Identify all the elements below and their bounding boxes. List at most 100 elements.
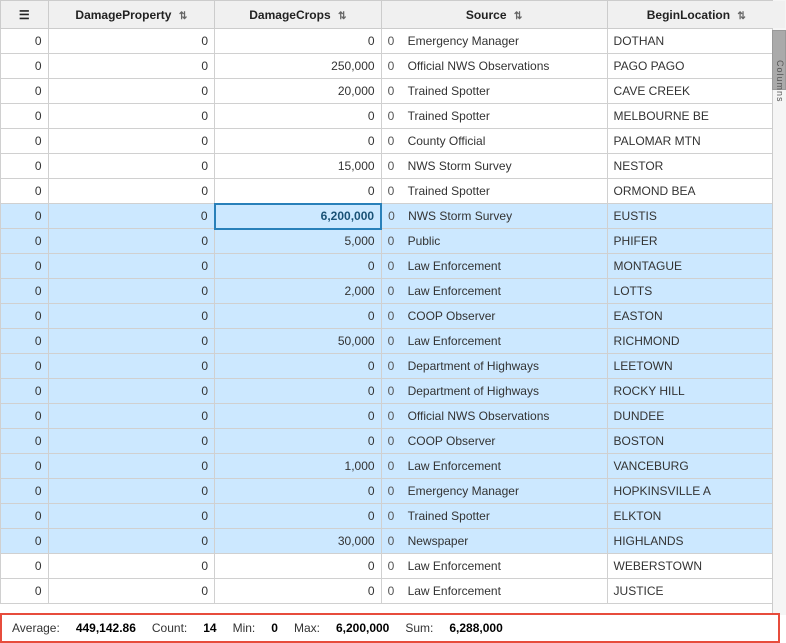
vertical-scrollbar[interactable]: Columns <box>772 0 786 615</box>
col-label-damage-property: DamageProperty <box>75 8 171 22</box>
begin-location-cell: PAGO PAGO <box>607 54 785 79</box>
table-row[interactable]: 0000Emergency ManagerDOTHAN <box>1 29 786 54</box>
damage-property-cell: 0 <box>48 479 215 504</box>
col-header-begin-location[interactable]: BeginLocation ⇅ <box>607 1 785 29</box>
source-cell: 0Trained Spotter <box>381 104 607 129</box>
damage-crops-cell: 0 <box>215 254 382 279</box>
damage-crops-cell: 6,200,000 <box>215 204 382 229</box>
begin-location-cell: HOPKINSVILLE A <box>607 479 785 504</box>
row-number-cell: 0 <box>1 554 49 579</box>
sort-icon-damage-crops: ⇅ <box>338 11 346 22</box>
damage-property-cell: 0 <box>48 54 215 79</box>
row-number-cell: 0 <box>1 179 49 204</box>
damage-crops-cell: 0 <box>215 179 382 204</box>
table-row[interactable]: 0000Law EnforcementMONTAGUE <box>1 254 786 279</box>
source-cell: 0COOP Observer <box>381 429 607 454</box>
col-header-damage-property[interactable]: DamageProperty ⇅ <box>48 1 215 29</box>
damage-crops-cell: 0 <box>215 479 382 504</box>
table-row[interactable]: 0000County OfficialPALOMAR MTN <box>1 129 786 154</box>
damage-crops-cell: 2,000 <box>215 279 382 304</box>
table-row[interactable]: 0000Emergency ManagerHOPKINSVILLE A <box>1 479 786 504</box>
begin-location-cell: WEBERSTOWN <box>607 554 785 579</box>
footer-average-value: 449,142.86 <box>76 621 136 635</box>
damage-property-cell: 0 <box>48 354 215 379</box>
damage-crops-cell: 0 <box>215 354 382 379</box>
footer-sum-label: Sum: <box>405 621 433 635</box>
begin-location-cell: LEETOWN <box>607 354 785 379</box>
table-row[interactable]: 00250,0000Official NWS ObservationsPAGO … <box>1 54 786 79</box>
footer-max-label: Max: <box>294 621 320 635</box>
damage-property-cell: 0 <box>48 79 215 104</box>
source-cell: 0Official NWS Observations <box>381 54 607 79</box>
damage-property-cell: 0 <box>48 554 215 579</box>
table-row[interactable]: 0000Trained SpotterELKTON <box>1 504 786 529</box>
begin-location-cell: RICHMOND <box>607 329 785 354</box>
source-cell: 0Law Enforcement <box>381 579 607 604</box>
source-cell: 0Law Enforcement <box>381 279 607 304</box>
begin-location-cell: NESTOR <box>607 154 785 179</box>
begin-location-cell: ROCKY HILL <box>607 379 785 404</box>
table-container: ☰ DamageProperty ⇅ DamageCrops ⇅ Source … <box>0 0 786 643</box>
col-header-source[interactable]: Source ⇅ <box>381 1 607 29</box>
damage-crops-cell: 30,000 <box>215 529 382 554</box>
begin-location-cell: PHIFER <box>607 229 785 254</box>
damage-crops-cell: 0 <box>215 404 382 429</box>
damage-crops-cell: 20,000 <box>215 79 382 104</box>
damage-property-cell: 0 <box>48 379 215 404</box>
table-row[interactable]: 0000Law EnforcementWEBERSTOWN <box>1 554 786 579</box>
table-row[interactable]: 0000Department of HighwaysLEETOWN <box>1 354 786 379</box>
col-label-begin-location: BeginLocation <box>647 8 730 22</box>
table-row[interactable]: 002,0000Law EnforcementLOTTS <box>1 279 786 304</box>
table-row[interactable]: 006,200,0000NWS Storm SurveyEUSTIS <box>1 204 786 229</box>
table-row[interactable]: 0050,0000Law EnforcementRICHMOND <box>1 329 786 354</box>
damage-crops-cell: 15,000 <box>215 154 382 179</box>
row-number-cell: 0 <box>1 154 49 179</box>
table-row[interactable]: 0000COOP ObserverEASTON <box>1 304 786 329</box>
table-row[interactable]: 0020,0000Trained SpotterCAVE CREEK <box>1 79 786 104</box>
table-row[interactable]: 0030,0000NewspaperHIGHLANDS <box>1 529 786 554</box>
damage-property-cell: 0 <box>48 129 215 154</box>
table-row[interactable]: 0000Trained SpotterMELBOURNE BE <box>1 104 786 129</box>
footer-min-value: 0 <box>271 621 278 635</box>
damage-crops-cell: 0 <box>215 379 382 404</box>
begin-location-cell: HIGHLANDS <box>607 529 785 554</box>
table-row[interactable]: 0000Department of HighwaysROCKY HILL <box>1 379 786 404</box>
row-number-cell: 0 <box>1 454 49 479</box>
row-number-cell: 0 <box>1 129 49 154</box>
col-label-damage-crops: DamageCrops <box>249 8 330 22</box>
table-row[interactable]: 001,0000Law EnforcementVANCEBURG <box>1 454 786 479</box>
begin-location-cell: EUSTIS <box>607 204 785 229</box>
damage-property-cell: 0 <box>48 254 215 279</box>
row-number-cell: 0 <box>1 204 49 229</box>
row-number-cell: 0 <box>1 354 49 379</box>
col-header-row-num[interactable]: ☰ <box>1 1 49 29</box>
sort-icon-damage-property: ⇅ <box>179 11 187 22</box>
begin-location-cell: BOSTON <box>607 429 785 454</box>
table-row[interactable]: 005,0000PublicPHIFER <box>1 229 786 254</box>
col-label-source: Source <box>466 8 507 22</box>
source-cell: 0Trained Spotter <box>381 79 607 104</box>
table-row[interactable]: 0015,0000NWS Storm SurveyNESTOR <box>1 154 786 179</box>
row-number-cell: 0 <box>1 579 49 604</box>
footer-average-label: Average: <box>12 621 60 635</box>
source-cell: 0Trained Spotter <box>381 179 607 204</box>
table-row[interactable]: 0000Law EnforcementJUSTICE <box>1 579 786 604</box>
damage-property-cell: 0 <box>48 29 215 54</box>
damage-crops-cell: 0 <box>215 429 382 454</box>
row-number-cell: 0 <box>1 279 49 304</box>
table-row[interactable]: 0000Official NWS ObservationsDUNDEE <box>1 404 786 429</box>
table-row[interactable]: 0000Trained SpotterORMOND BEA <box>1 179 786 204</box>
damage-property-cell: 0 <box>48 279 215 304</box>
damage-property-cell: 0 <box>48 304 215 329</box>
data-table: ☰ DamageProperty ⇅ DamageCrops ⇅ Source … <box>0 0 786 604</box>
footer-max-value: 6,200,000 <box>336 621 389 635</box>
row-number-cell: 0 <box>1 504 49 529</box>
source-cell: 0Emergency Manager <box>381 479 607 504</box>
source-cell: 0Public <box>381 229 607 254</box>
col-header-damage-crops[interactable]: DamageCrops ⇅ <box>215 1 382 29</box>
begin-location-cell: JUSTICE <box>607 579 785 604</box>
footer-sum-value: 6,288,000 <box>449 621 502 635</box>
row-number-cell: 0 <box>1 29 49 54</box>
table-row[interactable]: 0000COOP ObserverBOSTON <box>1 429 786 454</box>
row-number-cell: 0 <box>1 254 49 279</box>
